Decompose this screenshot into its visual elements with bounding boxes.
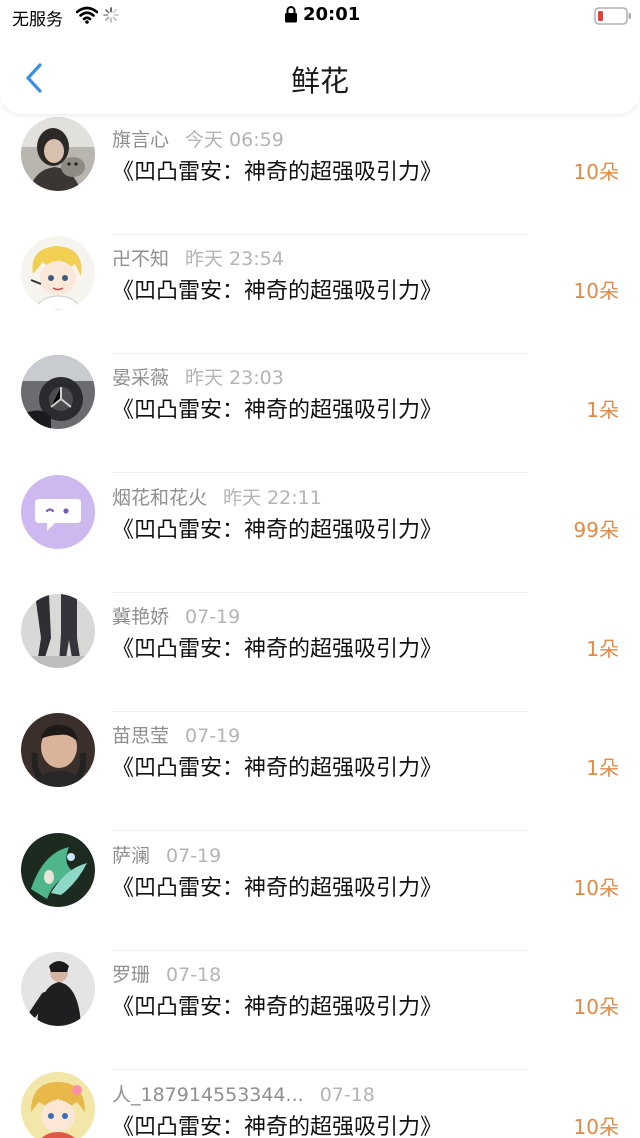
flower-count: 10朵 [573, 160, 619, 184]
list-item[interactable]: 卍不知 昨天 23:54 《凹凸雷安：神奇的超强吸引力》 10朵 [0, 235, 640, 354]
flower-count: 1朵 [586, 398, 619, 422]
send-time: 07-19 [185, 606, 241, 628]
avatar[interactable] [21, 236, 95, 310]
send-time: 昨天 23:03 [185, 367, 284, 389]
list-item[interactable]: 罗珊 07-18 《凹凸雷安：神奇的超强吸引力》 10朵 [0, 951, 640, 1070]
flower-count: 10朵 [573, 995, 619, 1019]
item-meta: 萨澜 07-19 [112, 841, 221, 868]
send-time: 昨天 22:11 [223, 487, 322, 509]
item-meta: 冀艳娇 07-19 [112, 602, 240, 629]
battery-icon [594, 7, 631, 25]
flower-count: 1朵 [586, 756, 619, 780]
list-item[interactable]: 苗思莹 07-19 《凹凸雷安：神奇的超强吸引力》 1朵 [0, 712, 640, 831]
avatar[interactable] [21, 1072, 95, 1138]
avatar[interactable] [21, 713, 95, 787]
sender-name: 萨澜 [112, 845, 151, 867]
wifi-icon [76, 6, 98, 24]
book-title: 《凹凸雷安：神奇的超强吸引力》 [112, 995, 443, 1020]
book-title: 《凹凸雷安：神奇的超强吸引力》 [112, 518, 443, 543]
sender-name: 旗言心 [112, 129, 170, 151]
sender-name: 罗珊 [112, 964, 151, 986]
avatar[interactable] [21, 952, 95, 1026]
sender-name: 苗思莹 [112, 725, 170, 747]
carrier-label: 无服务 [12, 10, 63, 30]
sender-name: 冀艳娇 [112, 606, 170, 628]
item-meta: 旗言心 今天 06:59 [112, 125, 284, 152]
flower-count: 10朵 [573, 1115, 619, 1138]
divider [112, 472, 528, 473]
avatar[interactable] [21, 117, 95, 191]
book-title: 《凹凸雷安：神奇的超强吸引力》 [112, 160, 443, 185]
divider [112, 1069, 528, 1070]
item-meta: 苗思莹 07-19 [112, 721, 240, 748]
list-item[interactable]: 人_187914553344... 07-18 《凹凸雷安：神奇的超强吸引力》 1… [0, 1071, 640, 1138]
avatar[interactable] [21, 833, 95, 907]
item-meta: 罗珊 07-18 [112, 960, 221, 987]
send-time: 昨天 23:54 [185, 248, 284, 270]
book-title: 《凹凸雷安：神奇的超强吸引力》 [112, 1115, 443, 1138]
nav-bar: 鲜花 [0, 32, 640, 114]
lock-icon [285, 6, 297, 23]
sender-name: 晏采薇 [112, 367, 170, 389]
flower-count: 10朵 [573, 876, 619, 900]
clock: 20:01 [303, 4, 361, 25]
flower-count: 1朵 [586, 637, 619, 661]
list-item[interactable]: 旗言心 今天 06:59 《凹凸雷安：神奇的超强吸引力》 10朵 [0, 116, 640, 235]
item-meta: 人_187914553344... 07-18 [112, 1080, 375, 1107]
sender-name: 人_187914553344... [112, 1084, 304, 1106]
book-title: 《凹凸雷安：神奇的超强吸引力》 [112, 279, 443, 304]
avatar[interactable] [21, 594, 95, 668]
list-item[interactable]: 烟花和花火 昨天 22:11 《凹凸雷安：神奇的超强吸引力》 99朵 [0, 474, 640, 593]
avatar[interactable] [21, 355, 95, 429]
book-title: 《凹凸雷安：神奇的超强吸引力》 [112, 756, 443, 781]
status-bar: 无服务 20:01 [0, 0, 640, 32]
avatar[interactable] [21, 475, 95, 549]
list-item[interactable]: 晏采薇 昨天 23:03 《凹凸雷安：神奇的超强吸引力》 1朵 [0, 354, 640, 473]
send-time: 07-18 [319, 1084, 375, 1106]
sender-name: 卍不知 [112, 248, 170, 270]
divider [112, 830, 528, 831]
list-item[interactable]: 冀艳娇 07-19 《凹凸雷安：神奇的超强吸引力》 1朵 [0, 593, 640, 712]
send-time: 今天 06:59 [185, 129, 284, 151]
flower-count: 99朵 [573, 518, 619, 542]
send-time: 07-18 [166, 964, 222, 986]
book-title: 《凹凸雷安：神奇的超强吸引力》 [112, 637, 443, 662]
sender-name: 烟花和花火 [112, 487, 208, 509]
list-item[interactable]: 萨澜 07-19 《凹凸雷安：神奇的超强吸引力》 10朵 [0, 832, 640, 951]
book-title: 《凹凸雷安：神奇的超强吸引力》 [112, 398, 443, 423]
item-meta: 晏采薇 昨天 23:03 [112, 363, 284, 390]
flower-gift-list: 旗言心 今天 06:59 《凹凸雷安：神奇的超强吸引力》 10朵 卍不知 昨天 23… [0, 114, 640, 1138]
item-meta: 烟花和花火 昨天 22:11 [112, 483, 322, 510]
item-meta: 卍不知 昨天 23:54 [112, 244, 284, 271]
flower-count: 10朵 [573, 279, 619, 303]
book-title: 《凹凸雷安：神奇的超强吸引力》 [112, 876, 443, 901]
loading-spinner-icon [103, 7, 119, 23]
send-time: 07-19 [166, 845, 222, 867]
page-title: 鲜花 [290, 64, 349, 98]
send-time: 07-19 [185, 725, 241, 747]
